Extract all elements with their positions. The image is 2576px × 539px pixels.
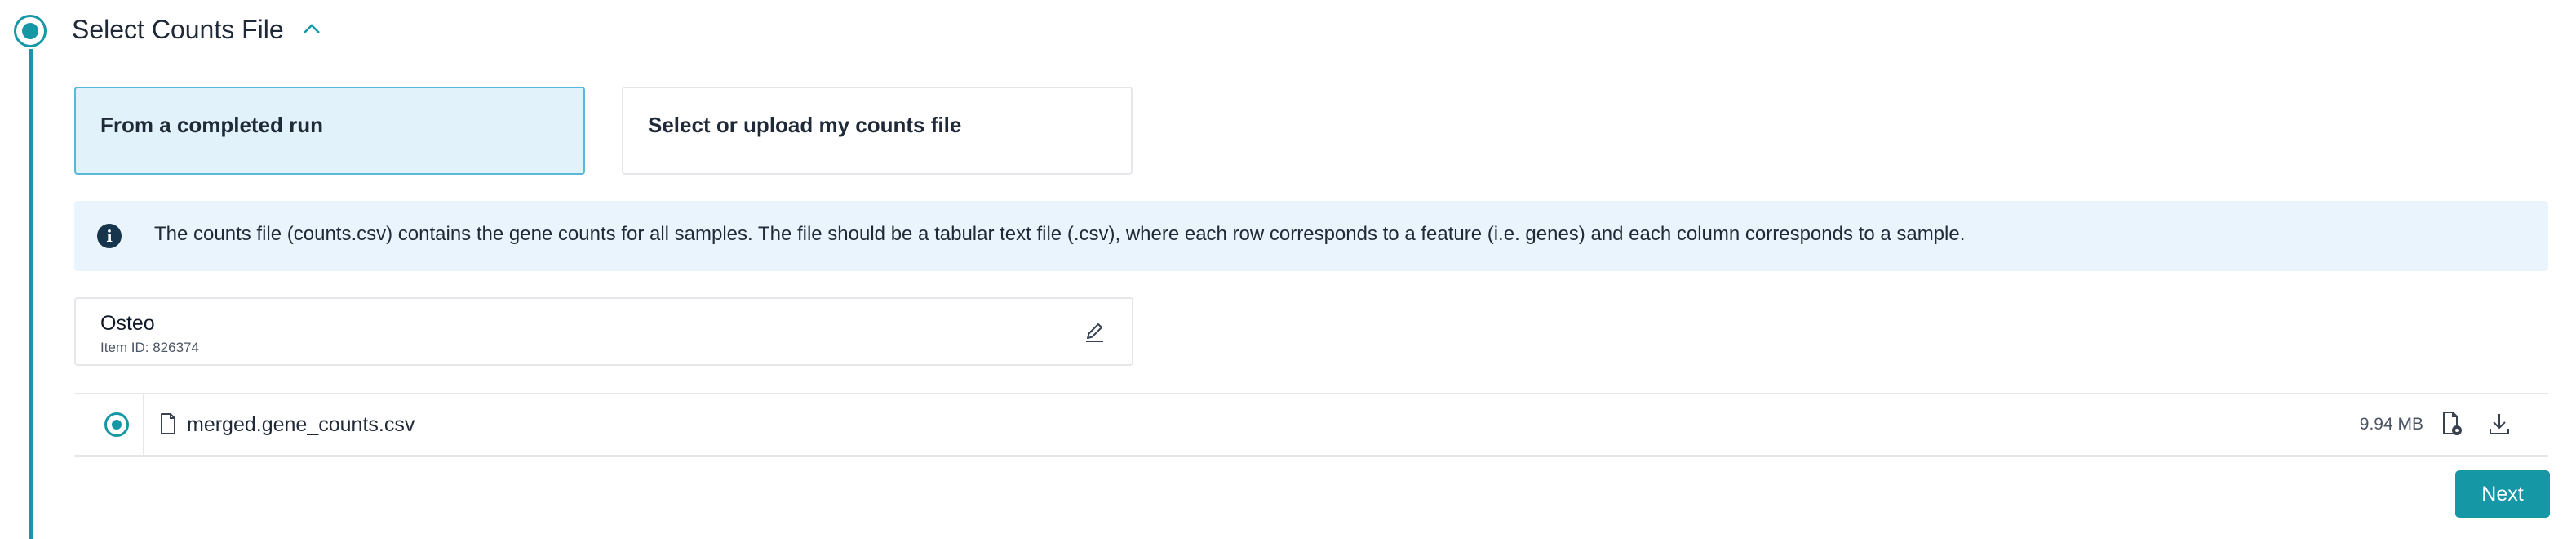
option-completed-run-label: From a completed run <box>100 113 324 137</box>
option-upload-counts-file[interactable]: Select or upload my counts file <box>622 87 1133 175</box>
info-banner: i The counts file (counts.csv) contains … <box>74 201 2548 271</box>
item-name: Osteo <box>100 312 155 335</box>
pencil-icon[interactable] <box>1081 318 1107 345</box>
file-select-cell <box>74 394 144 455</box>
file-size: 9.94 MB <box>2359 415 2423 434</box>
chevron-up-icon[interactable] <box>302 22 321 35</box>
step-title[interactable]: Select Counts File <box>72 13 284 46</box>
file-row[interactable]: merged.gene_counts.csv 9.94 MB <box>74 393 2548 457</box>
file-icon <box>161 413 175 434</box>
option-upload-counts-file-label: Select or upload my counts file <box>648 113 962 137</box>
selected-item-card: Osteo Item ID: 826374 <box>74 297 1133 366</box>
file-radio[interactable] <box>104 412 129 437</box>
info-icon: i <box>97 224 122 248</box>
step-indicator-fill <box>22 23 38 39</box>
step-indicator-icon <box>14 15 47 47</box>
stepper-line <box>29 49 33 539</box>
download-icon[interactable] <box>2486 411 2512 437</box>
file-radio-dot <box>112 420 122 430</box>
item-id: Item ID: 826374 <box>100 340 199 355</box>
info-text: The counts file (counts.csv) contains th… <box>154 223 1966 245</box>
file-settings-icon[interactable] <box>2441 411 2463 437</box>
file-name: merged.gene_counts.csv <box>187 413 415 436</box>
option-completed-run[interactable]: From a completed run <box>74 87 585 175</box>
next-button[interactable]: Next <box>2455 470 2550 518</box>
